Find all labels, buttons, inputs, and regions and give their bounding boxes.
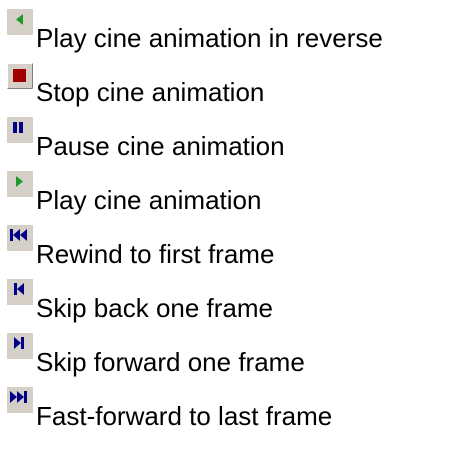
skip-back-icon[interactable] — [7, 279, 33, 305]
legend-row-skip-forward: Skip forward one frame — [0, 333, 461, 389]
legend-row-skip-back: Skip back one frame — [0, 279, 461, 335]
legend-label: Play cine animation — [36, 185, 262, 215]
legend-label: Rewind to first frame — [36, 239, 275, 269]
legend-row-rewind-to-first: Rewind to first frame — [0, 225, 461, 281]
legend-row-stop: Stop cine animation — [0, 63, 461, 119]
rewind-to-first-icon[interactable] — [7, 225, 33, 251]
skip-forward-icon[interactable] — [7, 333, 33, 359]
fast-forward-to-last-icon[interactable] — [7, 387, 33, 413]
legend-row-play-reverse: Play cine animation in reverse — [0, 9, 461, 65]
pause-icon[interactable] — [7, 117, 33, 143]
play-reverse-icon[interactable] — [7, 9, 33, 35]
legend-label: Play cine animation in reverse — [36, 23, 383, 53]
legend-label: Stop cine animation — [36, 77, 265, 107]
legend-label: Skip forward one frame — [36, 347, 305, 377]
legend-row-fast-forward-to-last: Fast-forward to last frame — [0, 387, 461, 443]
legend-row-play: Play cine animation — [0, 171, 461, 227]
play-icon[interactable] — [7, 171, 33, 197]
legend-label: Skip back one frame — [36, 293, 274, 323]
legend-label: Pause cine animation — [36, 131, 285, 161]
cine-controls-legend: Play cine animation in reverse Stop cine… — [0, 0, 461, 454]
legend-row-pause: Pause cine animation — [0, 117, 461, 173]
stop-icon[interactable] — [7, 63, 33, 89]
legend-label: Fast-forward to last frame — [36, 401, 333, 431]
